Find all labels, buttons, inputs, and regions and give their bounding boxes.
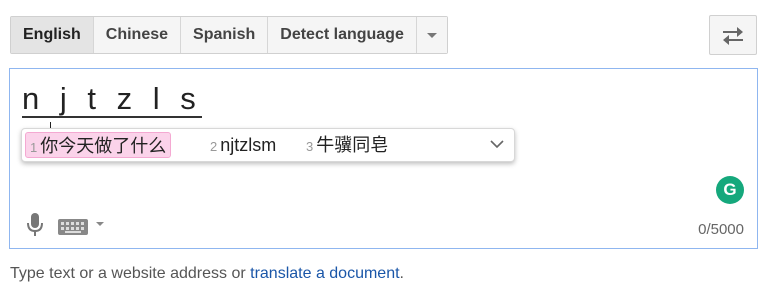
language-selector: English Chinese Spanish Detect language (10, 16, 448, 54)
source-text-area[interactable]: n j t z l s m 1你今天做了什么 2njtzlsm 3牛骥同皂 G … (9, 68, 758, 249)
tab-spanish[interactable]: Spanish (181, 17, 269, 53)
tab-chinese[interactable]: Chinese (93, 17, 182, 53)
keyboard-dropdown-icon[interactable] (96, 222, 104, 226)
grammarly-button[interactable]: G (716, 176, 744, 204)
ime-candidate-bar: 1 你今天做了什么 2 njtzlsm 3 牛骥同皂 (21, 128, 515, 162)
footer-text: Type text or a website address or (10, 265, 251, 282)
caret-down-icon (426, 33, 437, 38)
tab-detect-language[interactable]: Detect language (268, 17, 417, 53)
ime-candidate-2[interactable]: 2 njtzlsm (210, 132, 276, 158)
ime-candidate-1[interactable]: 1 你今天做了什么 (25, 132, 172, 158)
tab-english[interactable]: English (11, 17, 94, 53)
swap-arrows-icon (723, 27, 743, 45)
microphone-icon[interactable] (26, 212, 44, 238)
ime-candidate-3[interactable]: 3 牛骥同皂 (306, 132, 388, 158)
language-dropdown-button[interactable] (416, 17, 447, 53)
character-count: 0/5000 (698, 221, 744, 238)
footer-period: . (399, 265, 404, 282)
footer-hint: Type text or a website address or transl… (10, 265, 404, 283)
swap-languages-button[interactable] (709, 15, 757, 55)
chevron-down-icon[interactable] (490, 140, 504, 149)
translate-document-link[interactable]: translate a document (250, 265, 399, 282)
keyboard-icon[interactable] (58, 219, 88, 235)
